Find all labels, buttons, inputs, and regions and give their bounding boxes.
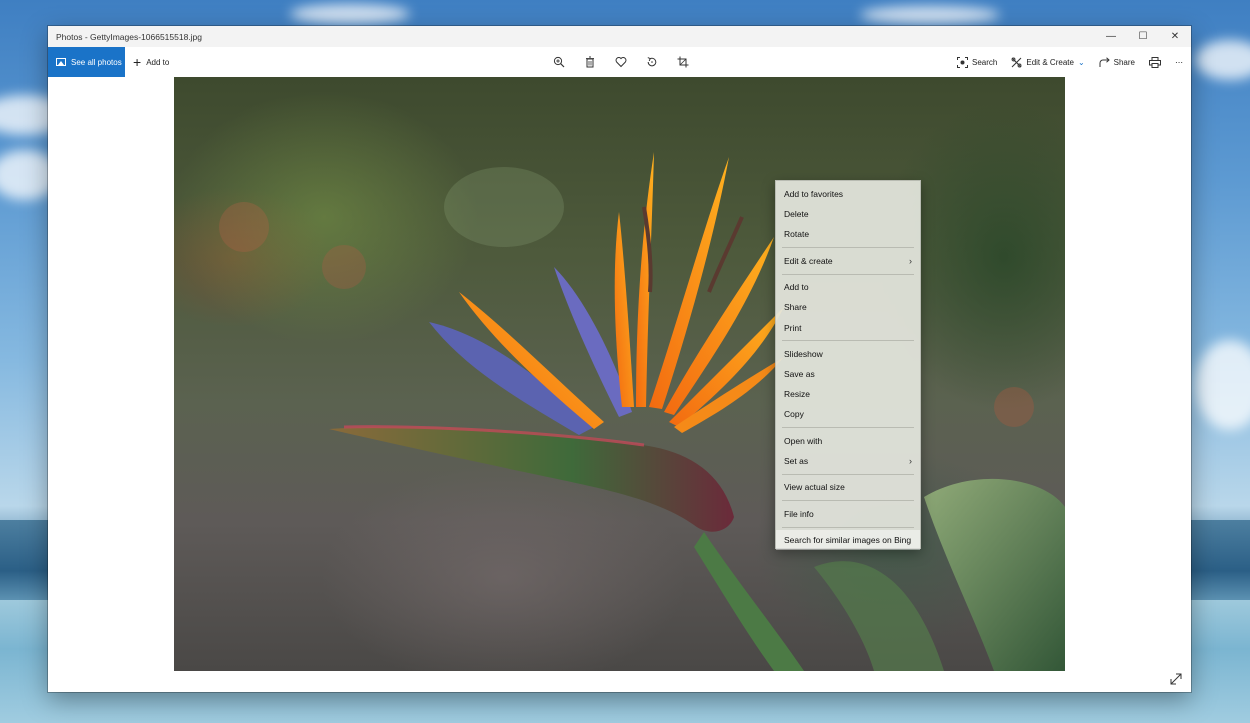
menu-item-delete[interactable]: Delete	[776, 204, 920, 224]
scan-search-icon	[957, 56, 968, 68]
menu-item-share[interactable]: Share	[776, 297, 920, 317]
center-tools	[552, 47, 690, 77]
menu-item-file-info[interactable]: File info	[776, 504, 920, 524]
share-label: Share	[1113, 57, 1135, 67]
edit-create-button[interactable]: Edit & Create ⌄	[1011, 57, 1085, 68]
full-screen-icon[interactable]	[1169, 672, 1183, 686]
menu-item-slideshow[interactable]: Slideshow	[776, 344, 920, 364]
menu-item-label: Edit & create	[784, 255, 833, 266]
maximize-button[interactable]: ☐	[1127, 26, 1159, 47]
menu-separator	[782, 427, 914, 429]
menu-separator	[782, 247, 914, 249]
delete-icon[interactable]	[583, 55, 597, 69]
see-all-photos-button[interactable]: See all photos	[48, 47, 125, 77]
more-icon: ⋯	[1175, 57, 1183, 67]
chevron-down-icon: ⌄	[1077, 57, 1085, 67]
menu-item-add-to-favorites[interactable]: Add to favorites	[776, 184, 920, 204]
menu-item-print[interactable]: Print	[776, 318, 920, 338]
plus-icon: +	[133, 54, 142, 70]
search-label: Search	[972, 57, 998, 67]
share-button[interactable]: Share	[1099, 56, 1135, 68]
photos-window: Photos - GettyImages-1066515518.jpg — ☐ …	[48, 26, 1191, 692]
menu-separator	[782, 526, 914, 528]
menu-item-resize[interactable]: Resize	[776, 384, 920, 404]
menu-item-save-as[interactable]: Save as	[776, 364, 920, 384]
photo-image[interactable]	[174, 77, 1065, 671]
menu-separator	[782, 340, 914, 342]
edit-create-label: Edit & Create	[1026, 57, 1074, 67]
menu-item-view-actual-size[interactable]: View actual size	[776, 477, 920, 497]
share-icon	[1099, 56, 1110, 67]
menu-item-edit-create[interactable]: Edit & create ›	[776, 251, 920, 271]
photo-canvas	[48, 77, 1191, 692]
crop-icon[interactable]	[676, 55, 690, 69]
chevron-right-icon: ›	[909, 255, 912, 266]
window-title: Photos - GettyImages-1066515518.jpg	[56, 31, 203, 42]
see-all-photos-label: See all photos	[71, 57, 122, 67]
cloud	[1195, 340, 1250, 430]
edit-create-icon	[1011, 57, 1022, 67]
toolbar: See all photos + Add to Search Edit & Cr…	[48, 47, 1191, 77]
print-button[interactable]	[1149, 56, 1161, 68]
add-to-button[interactable]: + Add to	[133, 47, 169, 77]
right-tools: Search Edit & Create ⌄ Share ⋯	[957, 47, 1183, 77]
window-controls: — ☐ ✕	[1095, 26, 1191, 47]
cloud	[290, 4, 410, 24]
menu-item-label: Set as	[784, 456, 809, 466]
more-options-button[interactable]: ⋯	[1175, 58, 1183, 67]
menu-separator	[782, 500, 914, 502]
menu-item-rotate[interactable]: Rotate	[776, 224, 920, 244]
print-icon	[1149, 56, 1161, 68]
menu-item-add-to[interactable]: Add to	[776, 277, 920, 297]
photos-icon	[56, 58, 66, 66]
minimize-button[interactable]: —	[1095, 26, 1127, 47]
bird-of-paradise-flower	[219, 152, 1065, 671]
close-button[interactable]: ✕	[1159, 26, 1191, 47]
cloud	[1195, 40, 1250, 80]
title-bar[interactable]: Photos - GettyImages-1066515518.jpg — ☐ …	[48, 26, 1191, 47]
menu-item-search-bing[interactable]: Search for similar images on Bing	[776, 530, 920, 551]
add-to-label: Add to	[146, 57, 170, 67]
cloud	[860, 6, 1000, 24]
context-menu: Add to favorites Delete Rotate Edit & cr…	[775, 180, 921, 551]
chevron-right-icon: ›	[909, 456, 912, 466]
heart-icon[interactable]	[614, 55, 628, 69]
menu-item-set-as[interactable]: Set as ›	[776, 451, 920, 471]
menu-item-copy[interactable]: Copy	[776, 404, 920, 424]
menu-item-open-with[interactable]: Open with	[776, 431, 920, 451]
menu-separator	[782, 273, 914, 275]
zoom-in-icon[interactable]	[552, 55, 566, 69]
rotate-icon[interactable]	[645, 55, 659, 69]
search-button[interactable]: Search	[957, 56, 998, 68]
menu-separator	[782, 473, 914, 475]
